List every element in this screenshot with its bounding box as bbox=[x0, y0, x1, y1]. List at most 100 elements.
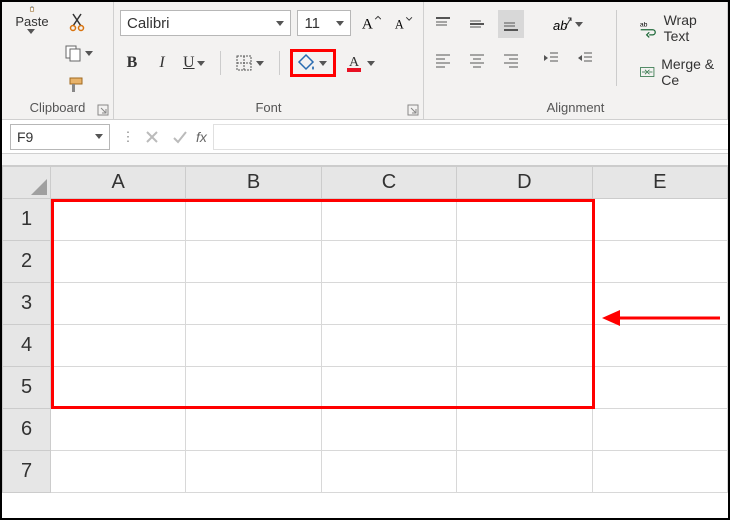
cell[interactable] bbox=[51, 283, 186, 325]
orientation-dropdown[interactable] bbox=[575, 22, 585, 27]
row-header[interactable]: 6 bbox=[3, 409, 51, 451]
align-top-button[interactable] bbox=[430, 10, 456, 38]
cell[interactable] bbox=[51, 325, 186, 367]
decrease-font-button[interactable]: A bbox=[390, 9, 417, 37]
col-header[interactable]: E bbox=[592, 167, 727, 199]
ribbon: Paste Clipboard Calibri 11 A A B I U bbox=[2, 2, 728, 120]
font-color-button[interactable]: A bbox=[342, 49, 380, 77]
cell[interactable] bbox=[457, 241, 592, 283]
align-left-button[interactable] bbox=[430, 46, 456, 74]
row-header[interactable]: 1 bbox=[3, 199, 51, 241]
merge-icon bbox=[639, 62, 655, 82]
bold-button[interactable]: B bbox=[120, 49, 144, 77]
align-middle-button[interactable] bbox=[464, 10, 490, 38]
cell[interactable] bbox=[321, 325, 456, 367]
increase-indent-button[interactable] bbox=[572, 44, 598, 72]
cell[interactable] bbox=[51, 241, 186, 283]
group-clipboard: Paste Clipboard bbox=[2, 2, 114, 119]
font-launcher[interactable] bbox=[407, 104, 419, 116]
paste-label: Paste bbox=[15, 14, 48, 29]
svg-text:ab: ab bbox=[640, 21, 648, 28]
copy-button[interactable] bbox=[60, 41, 98, 66]
group-label-alignment: Alignment bbox=[430, 99, 721, 117]
cell[interactable] bbox=[186, 241, 321, 283]
decrease-indent-button[interactable] bbox=[538, 44, 564, 72]
formula-bar-expand[interactable]: ⋮ bbox=[118, 129, 138, 145]
svg-text:A: A bbox=[395, 18, 404, 32]
cell[interactable] bbox=[592, 283, 727, 325]
cell[interactable] bbox=[321, 241, 456, 283]
align-bottom-button[interactable] bbox=[498, 10, 524, 38]
borders-button[interactable] bbox=[231, 49, 269, 77]
format-painter-button[interactable] bbox=[60, 71, 98, 96]
cancel-formula-button[interactable] bbox=[138, 130, 166, 144]
group-alignment: ab ab Wrap Text Merge & Ce Alignment bbox=[424, 2, 728, 119]
cell[interactable] bbox=[321, 367, 456, 409]
italic-button[interactable]: I bbox=[150, 49, 174, 77]
cell[interactable] bbox=[186, 409, 321, 451]
col-header[interactable]: C bbox=[321, 167, 456, 199]
orientation-button[interactable]: ab bbox=[538, 10, 598, 38]
fx-label[interactable]: fx bbox=[196, 129, 207, 145]
cell[interactable] bbox=[186, 283, 321, 325]
row-header[interactable]: 7 bbox=[3, 451, 51, 493]
select-all-corner[interactable] bbox=[3, 167, 51, 199]
increase-font-button[interactable]: A bbox=[357, 9, 384, 37]
font-color-dropdown[interactable] bbox=[367, 61, 377, 66]
group-label-font: Font bbox=[120, 99, 417, 117]
cell[interactable] bbox=[592, 325, 727, 367]
cell[interactable] bbox=[51, 367, 186, 409]
align-right-button[interactable] bbox=[498, 46, 524, 74]
cell[interactable] bbox=[592, 367, 727, 409]
merge-center-button[interactable]: Merge & Ce bbox=[635, 54, 721, 90]
fill-color-button[interactable] bbox=[290, 49, 336, 77]
cell[interactable] bbox=[457, 325, 592, 367]
cell[interactable] bbox=[457, 409, 592, 451]
cell[interactable] bbox=[457, 367, 592, 409]
cell[interactable] bbox=[51, 199, 186, 241]
fill-color-dropdown[interactable] bbox=[319, 61, 329, 66]
cell[interactable] bbox=[321, 199, 456, 241]
cut-button[interactable] bbox=[60, 10, 98, 35]
cell[interactable] bbox=[457, 283, 592, 325]
formula-input[interactable] bbox=[213, 124, 728, 150]
col-header[interactable]: A bbox=[51, 167, 186, 199]
name-box[interactable]: F9 bbox=[10, 124, 110, 150]
align-center-button[interactable] bbox=[464, 46, 490, 74]
copy-dropdown[interactable] bbox=[85, 51, 95, 56]
clipboard-launcher[interactable] bbox=[97, 104, 109, 116]
row-header[interactable]: 4 bbox=[3, 325, 51, 367]
borders-dropdown[interactable] bbox=[256, 61, 266, 66]
col-header[interactable]: B bbox=[186, 167, 321, 199]
cell[interactable] bbox=[186, 367, 321, 409]
enter-formula-button[interactable] bbox=[166, 130, 194, 144]
cell[interactable] bbox=[51, 409, 186, 451]
cell[interactable] bbox=[186, 325, 321, 367]
font-name-value: Calibri bbox=[127, 15, 170, 32]
paste-dropdown[interactable] bbox=[27, 29, 37, 34]
font-size-select[interactable]: 11 bbox=[297, 10, 351, 36]
cell[interactable] bbox=[186, 199, 321, 241]
cell[interactable] bbox=[592, 451, 727, 493]
cell[interactable] bbox=[186, 451, 321, 493]
underline-dropdown[interactable] bbox=[197, 61, 207, 66]
cell[interactable] bbox=[592, 199, 727, 241]
cell[interactable] bbox=[592, 409, 727, 451]
wrap-text-button[interactable]: ab Wrap Text bbox=[635, 10, 721, 46]
row-header[interactable]: 3 bbox=[3, 283, 51, 325]
cell[interactable] bbox=[592, 241, 727, 283]
row-header[interactable]: 5 bbox=[3, 367, 51, 409]
svg-text:ab: ab bbox=[553, 18, 567, 33]
underline-button[interactable]: U bbox=[180, 49, 210, 77]
cell[interactable] bbox=[51, 451, 186, 493]
col-header[interactable]: D bbox=[457, 167, 592, 199]
cell[interactable] bbox=[457, 451, 592, 493]
cell[interactable] bbox=[457, 199, 592, 241]
cell[interactable] bbox=[321, 451, 456, 493]
paste-button[interactable]: Paste bbox=[8, 6, 56, 34]
cell[interactable] bbox=[321, 409, 456, 451]
cell[interactable] bbox=[321, 283, 456, 325]
column-headers: A B C D E bbox=[3, 167, 728, 199]
font-name-select[interactable]: Calibri bbox=[120, 10, 291, 36]
row-header[interactable]: 2 bbox=[3, 241, 51, 283]
